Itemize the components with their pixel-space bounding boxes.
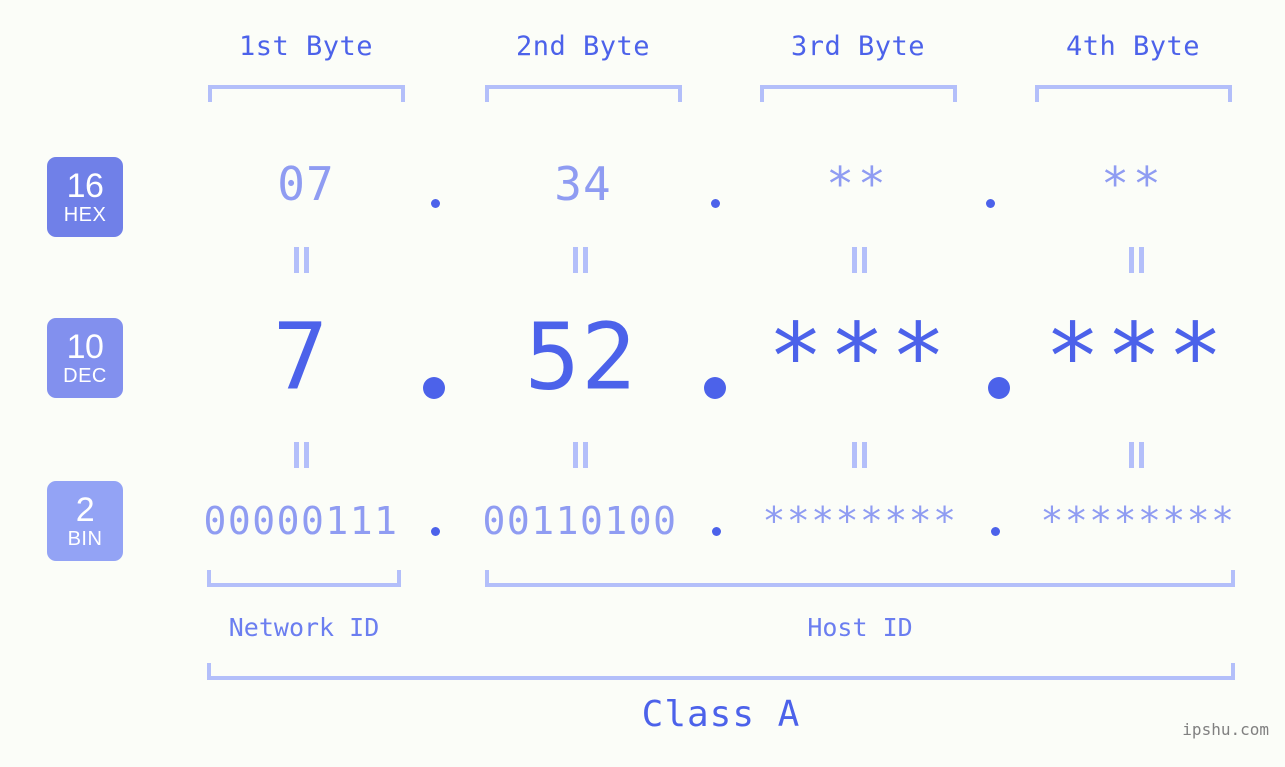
site-watermark: ipshu.com <box>1182 720 1269 739</box>
bin-value-byte-1: 00000111 <box>203 499 399 543</box>
host-id-label: Host ID <box>807 613 913 642</box>
ip-byte-breakdown-diagram: 1st Byte 2nd Byte 3rd Byte 4th Byte 16 H… <box>0 0 1285 767</box>
base-badge-dec-number: 10 <box>66 328 104 366</box>
hex-value-byte-4: ** <box>1101 157 1165 211</box>
hex-dot-separator-2 <box>711 199 720 208</box>
equals-icon-dec-bin-3 <box>852 442 867 468</box>
equals-icon-dec-bin-4 <box>1129 442 1144 468</box>
dec-dot-separator-1 <box>423 377 445 399</box>
byte-bracket-2 <box>485 85 682 102</box>
host-id-bracket <box>485 570 1235 587</box>
base-badge-hex-name: HEX <box>63 204 107 226</box>
network-id-label: Network ID <box>228 613 380 642</box>
class-label: Class A <box>641 694 801 735</box>
bin-value-byte-2: 00110100 <box>482 499 678 543</box>
hex-value-byte-1: 07 <box>277 157 335 211</box>
equals-icon-dec-bin-2 <box>573 442 588 468</box>
equals-icon-hex-dec-2 <box>573 247 588 273</box>
byte-bracket-4 <box>1035 85 1232 102</box>
dec-value-byte-2: 52 <box>524 303 638 411</box>
base-badge-hex: 16 HEX <box>47 157 123 237</box>
base-badge-dec: 10 DEC <box>47 318 123 398</box>
bin-dot-separator-2 <box>712 527 721 536</box>
base-badge-bin-number: 2 <box>75 491 95 529</box>
bin-value-byte-3: ******** <box>762 499 958 543</box>
hex-dot-separator-1 <box>431 199 440 208</box>
base-badge-dec-name: DEC <box>63 365 107 387</box>
byte-header-label-1: 1st Byte <box>238 31 374 62</box>
equals-icon-dec-bin-1 <box>294 442 309 468</box>
network-id-bracket <box>207 570 401 587</box>
bin-dot-separator-3 <box>991 527 1000 536</box>
dec-value-byte-1: 7 <box>272 303 330 411</box>
bin-dot-separator-1 <box>431 527 440 536</box>
base-badge-bin: 2 BIN <box>47 481 123 561</box>
byte-header-label-3: 3rd Byte <box>790 31 926 62</box>
equals-icon-hex-dec-3 <box>852 247 867 273</box>
dec-value-byte-3: *** <box>767 303 953 411</box>
hex-value-byte-3: ** <box>826 157 890 211</box>
equals-icon-hex-dec-1 <box>294 247 309 273</box>
dec-value-byte-4: *** <box>1044 303 1230 411</box>
dec-dot-separator-2 <box>704 377 726 399</box>
byte-header-label-4: 4th Byte <box>1065 31 1201 62</box>
base-badge-hex-number: 16 <box>66 167 104 205</box>
hex-dot-separator-3 <box>986 199 995 208</box>
class-bracket <box>207 663 1235 680</box>
dec-dot-separator-3 <box>988 377 1010 399</box>
byte-header-label-2: 2nd Byte <box>515 31 651 62</box>
byte-bracket-1 <box>208 85 405 102</box>
byte-bracket-3 <box>760 85 957 102</box>
hex-value-byte-2: 34 <box>554 157 612 211</box>
bin-value-byte-4: ******** <box>1040 499 1236 543</box>
base-badge-bin-name: BIN <box>67 528 103 550</box>
equals-icon-hex-dec-4 <box>1129 247 1144 273</box>
